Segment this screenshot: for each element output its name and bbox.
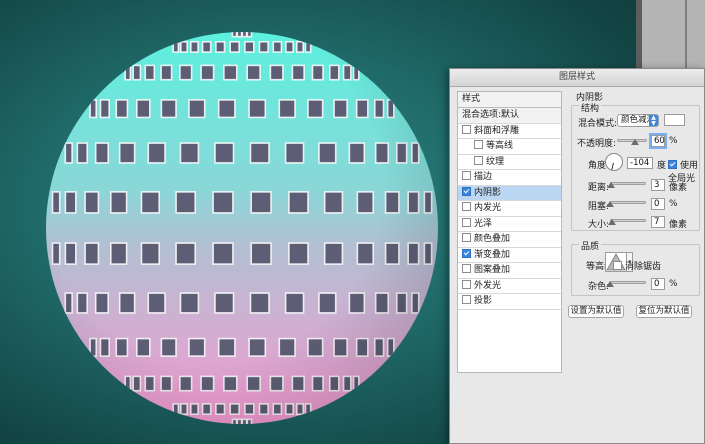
- size-label: 大小:: [588, 220, 610, 230]
- opacity-label: 不透明度:: [577, 139, 617, 149]
- checkbox-icon: [668, 160, 677, 169]
- style-item[interactable]: 图案叠加: [458, 263, 561, 279]
- style-item-label: 斜面和浮雕: [474, 125, 520, 136]
- style-item-label: 渐变叠加: [474, 249, 511, 260]
- style-item[interactable]: 内发光: [458, 201, 561, 217]
- style-item[interactable]: 光泽: [458, 217, 561, 232]
- style-item[interactable]: 等高线: [458, 139, 561, 155]
- anti-alias-label: 消除锯齿: [625, 262, 662, 272]
- choke-unit: %: [669, 199, 678, 209]
- style-item[interactable]: 斜面和浮雕: [458, 124, 561, 139]
- style-item-label: 描边: [474, 172, 493, 182]
- quality-title: 品质: [579, 239, 602, 252]
- style-item[interactable]: 颜色叠加: [458, 232, 561, 248]
- angle-unit: 度: [657, 161, 667, 171]
- choke-slider-handle[interactable]: [606, 201, 614, 207]
- style-item-label: 图案叠加: [474, 265, 511, 275]
- style-item[interactable]: 投影: [458, 294, 561, 310]
- choke-field[interactable]: 0: [651, 198, 665, 210]
- checkbox-icon[interactable]: [474, 140, 483, 149]
- chevron-updown-icon: ▲ ▼: [649, 115, 658, 126]
- dialog-title: 图层样式: [450, 69, 704, 87]
- styles-header[interactable]: 样式: [458, 92, 561, 108]
- size-field[interactable]: 7: [651, 216, 665, 228]
- opacity-field[interactable]: 60: [651, 135, 665, 147]
- style-item-label: 颜色叠加: [474, 234, 511, 244]
- style-item[interactable]: 外发光: [458, 279, 561, 294]
- angle-field[interactable]: -104: [627, 157, 653, 169]
- blend-options-item[interactable]: 混合选项:默认: [458, 108, 561, 124]
- style-item-label: 外发光: [474, 280, 502, 291]
- distance-field[interactable]: 3: [651, 179, 665, 191]
- set-default-button[interactable]: 设置为默认值: [568, 305, 624, 318]
- noise-unit: %: [669, 279, 678, 289]
- shadow-color-swatch[interactable]: [664, 114, 685, 126]
- anti-alias-checkbox[interactable]: 消除锯齿: [613, 259, 661, 272]
- style-item[interactable]: 内阴影: [458, 185, 561, 201]
- checkbox-icon: [613, 261, 622, 270]
- style-item-label: 内发光: [474, 203, 502, 213]
- noise-field[interactable]: 0: [651, 278, 665, 290]
- checkbox-icon[interactable]: [462, 186, 471, 196]
- style-item[interactable]: 描边: [458, 170, 561, 186]
- style-item[interactable]: 纹理: [458, 155, 561, 170]
- styles-list: 样式 混合选项:默认 斜面和浮雕等高线纹理描边内阴影内发光光泽颜色叠加渐变叠加图…: [457, 91, 562, 373]
- checkbox-icon[interactable]: [462, 295, 471, 304]
- blend-mode-select[interactable]: 颜色减淡 ▲ ▼: [617, 114, 659, 127]
- checkbox-icon[interactable]: [462, 279, 471, 289]
- layer-style-dialog: 图层样式 样式 混合选项:默认 斜面和浮雕等高线纹理描边内阴影内发光光泽颜色叠加…: [449, 68, 705, 444]
- opacity-unit: %: [669, 136, 678, 146]
- angle-dial[interactable]: [605, 153, 623, 171]
- distance-unit: 像素: [669, 183, 688, 193]
- choke-slider-track[interactable]: [610, 201, 646, 204]
- reset-default-button[interactable]: 复位为默认值: [636, 305, 692, 318]
- style-item-label: 内阴影: [474, 187, 502, 198]
- noise-slider-handle[interactable]: [606, 281, 614, 287]
- style-item-label: 纹理: [486, 156, 505, 167]
- checkbox-icon[interactable]: [474, 155, 483, 165]
- distance-slider-track[interactable]: [610, 182, 646, 185]
- blend-mode-label: 混合模式:: [578, 119, 618, 129]
- style-item-label: 投影: [474, 296, 493, 306]
- noise-slider-track[interactable]: [610, 281, 646, 284]
- checkbox-icon[interactable]: [462, 233, 471, 242]
- opacity-slider-handle[interactable]: [631, 139, 639, 145]
- checkbox-icon[interactable]: [462, 248, 471, 258]
- checkbox-icon[interactable]: [462, 264, 471, 273]
- size-unit: 像素: [669, 220, 688, 230]
- distance-slider-handle[interactable]: [607, 182, 616, 188]
- checkbox-icon[interactable]: [462, 217, 471, 227]
- checkbox-icon[interactable]: [462, 171, 471, 180]
- style-item[interactable]: 渐变叠加: [458, 248, 561, 263]
- checkbox-icon[interactable]: [462, 202, 471, 211]
- size-slider-handle[interactable]: [607, 219, 616, 225]
- structure-title: 结构: [579, 101, 602, 114]
- style-item-label: 等高线: [486, 141, 514, 151]
- checkbox-icon[interactable]: [462, 124, 471, 134]
- distance-label: 距离:: [588, 183, 610, 193]
- style-item-label: 光泽: [474, 218, 493, 229]
